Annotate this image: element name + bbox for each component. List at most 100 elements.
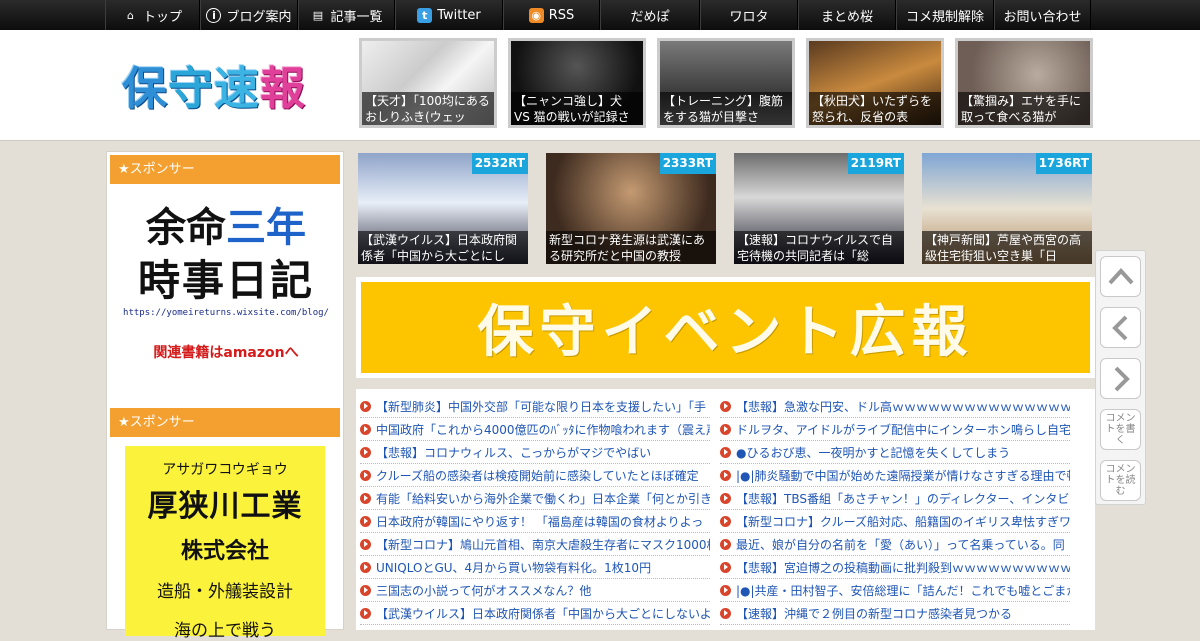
article-link[interactable]: |●|共産・田村智子、安倍総理に「詰んだ！これでも嘘とごまか <box>720 579 1070 602</box>
header-thumb[interactable]: 【秋田犬】いたずらを怒られ、反省の表 <box>806 38 944 128</box>
ranking-card[interactable]: 2119RT 【速報】コロナウイルスで自宅待機の共同記者は「総 <box>734 153 904 264</box>
nav-item[interactable]: t Twitter <box>395 0 503 30</box>
ad2-name2: 株式会社 <box>180 539 269 564</box>
ranking-caption: 【武漢ウイルス】日本政府関係者「中国から大ごとにし <box>358 231 528 264</box>
nav-item[interactable]: ◉ RSS <box>503 0 600 30</box>
article-link[interactable]: 【新型コロナ】鳩山元首相、南京大虐殺生存者にマスク1000枚 <box>360 533 710 556</box>
article-link[interactable]: UNIQLOとGU、4月から買い物袋有料化。1枚10円 <box>360 556 710 579</box>
article-link[interactable]: 中国政府「これから4000億匹のﾊﾞｯﾀに作物喰われます（震え声 <box>360 418 710 441</box>
home-icon: ⌂ <box>126 8 134 22</box>
article-link[interactable]: 日本政府が韓国にやり返す！ 「福島産は韓国の食材よりよっ <box>360 510 710 533</box>
article-link[interactable]: クルーズ船の感染者は検疫開始前に感染していたとほぼ確定 <box>360 464 710 487</box>
twitter-icon: t <box>417 7 433 23</box>
nav-item[interactable]: ワロタ <box>700 0 798 30</box>
ad-line1b: 三年 <box>226 205 306 251</box>
header-thumb[interactable]: 【驚掴み】エサを手に取って食べる猫が <box>955 38 1093 128</box>
sponsor-block-2: ★スポンサー <box>107 405 343 437</box>
thumb-caption: 【驚掴み】エサを手に取って食べる猫が <box>958 92 1090 125</box>
read-comment-button[interactable]: コメントを読む <box>1100 460 1141 501</box>
logo-char: 速 <box>214 62 261 115</box>
site-logo[interactable]: 保守速報 <box>122 52 306 117</box>
article-link[interactable]: ●ひるおび恵、一夜明かすと記憶を失くしてしまう <box>720 441 1070 464</box>
chevron-right-icon <box>1114 366 1130 391</box>
bullet-arrow-icon <box>720 423 731 435</box>
ad-asagawa-banner[interactable]: アサガワコウギョウ 厚狭川工業 株式会社 造船・外艤装設計 海の上で戦う <box>125 446 325 641</box>
ad-yomei-banner[interactable]: 余命三年 時事日記 https://yomeireturns.wixsite.c… <box>110 190 342 390</box>
nav-list: ⌂ トップ i ブログ案内 ▤ 記事一覧 t Twitter ◉ RSS だめぽ ワロタ まとめ桜 コメ規… <box>105 0 1091 30</box>
bullet-arrow-icon <box>720 515 731 527</box>
event-banner[interactable]: 保守イベント広報 <box>356 277 1095 378</box>
logo-char: 報 <box>260 62 307 115</box>
scroll-top-button[interactable] <box>1100 256 1141 297</box>
ranking-card[interactable]: 2532RT 【武漢ウイルス】日本政府関係者「中国から大ごとにし <box>358 153 528 264</box>
nav-item[interactable]: コメ規制解除 <box>896 0 994 30</box>
nav-item-label: Twitter <box>437 7 481 23</box>
nav-item[interactable]: i ブログ案内 <box>200 0 298 30</box>
ranking-caption: 【神戸新聞】芦屋や西宮の高級住宅街狙い空き巣「日 <box>922 231 1092 264</box>
prev-page-button[interactable] <box>1100 307 1141 348</box>
logo-char: 守 <box>168 62 215 115</box>
bullet-arrow-icon <box>720 561 731 573</box>
bullet-arrow-icon <box>360 515 371 527</box>
bullet-arrow-icon <box>720 446 731 458</box>
nav-item-label: コメ規制解除 <box>905 9 984 25</box>
retweet-count-badge: 2532RT <box>471 153 528 174</box>
event-banner-text: 保守イベント広報 <box>361 282 1090 373</box>
ad2-line4: 海の上で戦う <box>174 621 276 641</box>
logo-char: 保 <box>122 62 169 115</box>
article-link[interactable]: 【悲報】TBS番組「あさチャン！」のディレクター、インタビ <box>720 487 1070 510</box>
article-link[interactable]: 最近、娘が自分の名前を「愛（あい）」って名乗っている。同 <box>720 533 1070 556</box>
header-thumb[interactable]: 【天才】「100均にあるおしりふき(ウェッ <box>359 38 497 128</box>
article-link[interactable]: 有能「給料安いから海外企業で働くわ」日本企業「何とか引き <box>360 487 710 510</box>
article-link[interactable]: 【新型肺炎】中国外交部「可能な限り日本を支援したい」「手 <box>360 395 710 418</box>
ranking-card[interactable]: 1736RT 【神戸新聞】芦屋や西宮の高級住宅街狙い空き巣「日 <box>922 153 1092 264</box>
article-list-left: 【新型肺炎】中国外交部「可能な限り日本を支援したい」「手 中国政府「これから400… <box>360 395 710 625</box>
nav-item-label: ブログ案内 <box>226 9 292 25</box>
article-link[interactable]: 【悲報】コロナウィルス、こっからがマジでやばい <box>360 441 710 464</box>
article-link[interactable]: 【武漢ウイルス】日本政府関係者「中国から大ごとにしないよ <box>360 602 710 625</box>
nav-item-label: トップ <box>142 9 182 25</box>
thumb-caption: 【ニャンコ強し】犬 VS 猫の戦いが記録さ <box>511 92 643 125</box>
article-link[interactable]: 【新型コロナ】クルーズ船対応、船籍国のイギリス卑怯すぎワ <box>720 510 1070 533</box>
chevron-up-icon <box>1108 267 1133 284</box>
ranking-row: 2532RT 【武漢ウイルス】日本政府関係者「中国から大ごとにし 2333RT … <box>358 153 1092 264</box>
article-link[interactable]: |●|肺炎騒動で中国が始めた遠隔授業が情けなさすぎる理由で頓 <box>720 464 1070 487</box>
article-link[interactable]: ドルヲタ、アイドルがライブ配信中にインターホン鳴らし自宅 <box>720 418 1070 441</box>
article-link[interactable]: 【悲報】急激な円安、ドル高ｗｗｗｗｗｗｗｗｗｗｗｗｗｗｗｗ <box>720 395 1070 418</box>
nav-item-label: だめぽ <box>630 9 670 25</box>
ranking-card[interactable]: 2333RT 新型コロナ発生源は武漢にある研究所だと中国の教授 <box>546 153 716 264</box>
top-nav: ⌂ トップ i ブログ案内 ▤ 記事一覧 t Twitter ◉ RSS だめぽ ワロタ まとめ桜 コメ規… <box>0 0 1200 30</box>
ranking-caption: 新型コロナ発生源は武漢にある研究所だと中国の教授 <box>546 231 716 264</box>
nav-item-label: RSS <box>548 7 575 23</box>
ranking-caption: 【速報】コロナウイルスで自宅待機の共同記者は「総 <box>734 231 904 264</box>
header-thumb[interactable]: 【トレーニング】腹筋をする猫が目撃さ <box>657 38 795 128</box>
bullet-arrow-icon <box>360 584 371 596</box>
bullet-arrow-icon <box>360 423 371 435</box>
info-icon: i <box>206 7 222 23</box>
bullet-arrow-icon <box>720 584 731 596</box>
article-title: 【新型コロナ】鳩山元首相、南京大虐殺生存者にマスク1000枚 <box>376 537 710 552</box>
article-title: ●ひるおび恵、一夜明かすと記憶を失くしてしまう <box>736 445 1011 460</box>
nav-item[interactable]: だめぽ <box>600 0 700 30</box>
nav-item[interactable]: まとめ桜 <box>798 0 896 30</box>
ad2-kana: アサガワコウギョウ <box>162 462 288 478</box>
site-header: 保守速報 【天才】「100均にあるおしりふき(ウェッ 【ニャンコ強し】犬 VS … <box>0 30 1200 141</box>
nav-item[interactable]: ⌂ トップ <box>105 0 200 30</box>
next-page-button[interactable] <box>1100 358 1141 399</box>
write-comment-button[interactable]: コメントを書く <box>1100 409 1141 450</box>
bullet-arrow-icon <box>720 492 731 504</box>
nav-item[interactable]: お問い合わせ <box>994 0 1091 30</box>
article-link[interactable]: 三国志の小説って何がオススメなん？他 <box>360 579 710 602</box>
bullet-arrow-icon <box>720 400 731 412</box>
nav-item[interactable]: ▤ 記事一覧 <box>298 0 395 30</box>
article-title: 【悲報】急激な円安、ドル高ｗｗｗｗｗｗｗｗｗｗｗｗｗｗｗｗ <box>736 399 1070 414</box>
chevron-left-icon <box>1111 315 1127 340</box>
article-link[interactable]: 【悲報】宮迫博之の投稿動画に批判殺到ｗｗｗｗｗｗｗｗｗｗ <box>720 556 1070 579</box>
ad-line1: 余命三年 <box>110 200 342 256</box>
nav-item-label: お問い合わせ <box>1003 9 1082 25</box>
article-link[interactable]: 【速報】沖縄で２例目の新型コロナ感染者見つかる <box>720 602 1070 625</box>
header-thumb[interactable]: 【ニャンコ強し】犬 VS 猫の戦いが記録さ <box>508 38 646 128</box>
ad-amazon-link[interactable]: 関連書籍はamazonへ <box>110 342 342 362</box>
article-title: クルーズ船の感染者は検疫開始前に感染していたとほぼ確定 <box>376 468 699 483</box>
nav-item-label: ワロタ <box>729 9 769 25</box>
